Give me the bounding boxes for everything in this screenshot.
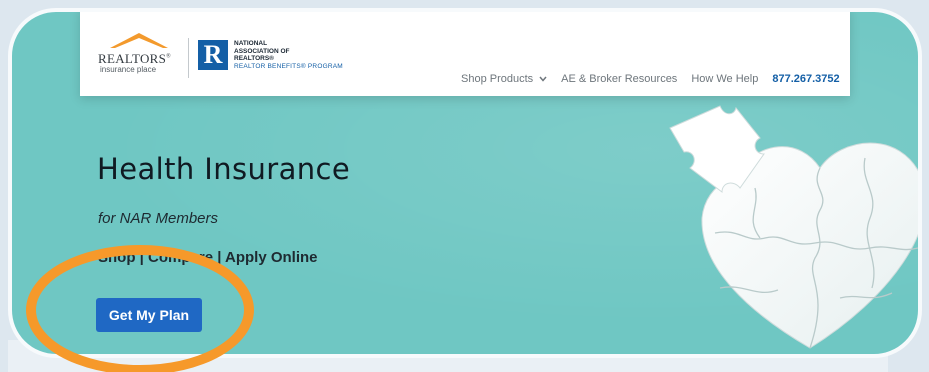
nav-item-label: AE & Broker Resources [561,73,678,85]
nar-line: REALTOR BENEFITS® PROGRAM [234,62,343,70]
nar-line: ASSOCIATION OF [234,47,290,55]
puzzle-heart-illustration [669,105,918,349]
nav-menu: Shop Products AE & Broker Resources How … [461,70,840,88]
nar-line: NATIONAL [234,40,268,47]
nar-r-logo-icon[interactable]: R [198,40,228,70]
nav-item-ae-broker-resources[interactable]: AE & Broker Resources [561,73,677,85]
realtors-insurance-place-logo[interactable]: REALTORS® insurance place [92,30,184,82]
nav-item-how-we-help[interactable]: How We Help [691,73,758,85]
chevron-down-icon [539,76,547,82]
nav-item-label: How We Help [691,73,759,85]
logo-divider [188,38,189,78]
house-roof-icon [110,33,168,48]
page-subtitle: for NAR Members [98,210,219,227]
nar-line: REALTORS® [234,55,274,62]
nar-program-text: NATIONAL ASSOCIATION OF REALTORS® REALTO… [234,40,384,70]
annotation-highlight-circle [26,245,254,372]
nav-item-label: Shop Products [461,73,534,85]
page-title: Health Insurance [97,152,351,186]
nav-item-shop-products[interactable]: Shop Products [461,73,547,85]
nav-phone-link[interactable]: 877.267.3752 [772,73,839,85]
site-navbar: REALTORS® insurance place R NATIONAL ASS… [80,12,850,96]
logo-tagline: insurance place [100,65,157,74]
